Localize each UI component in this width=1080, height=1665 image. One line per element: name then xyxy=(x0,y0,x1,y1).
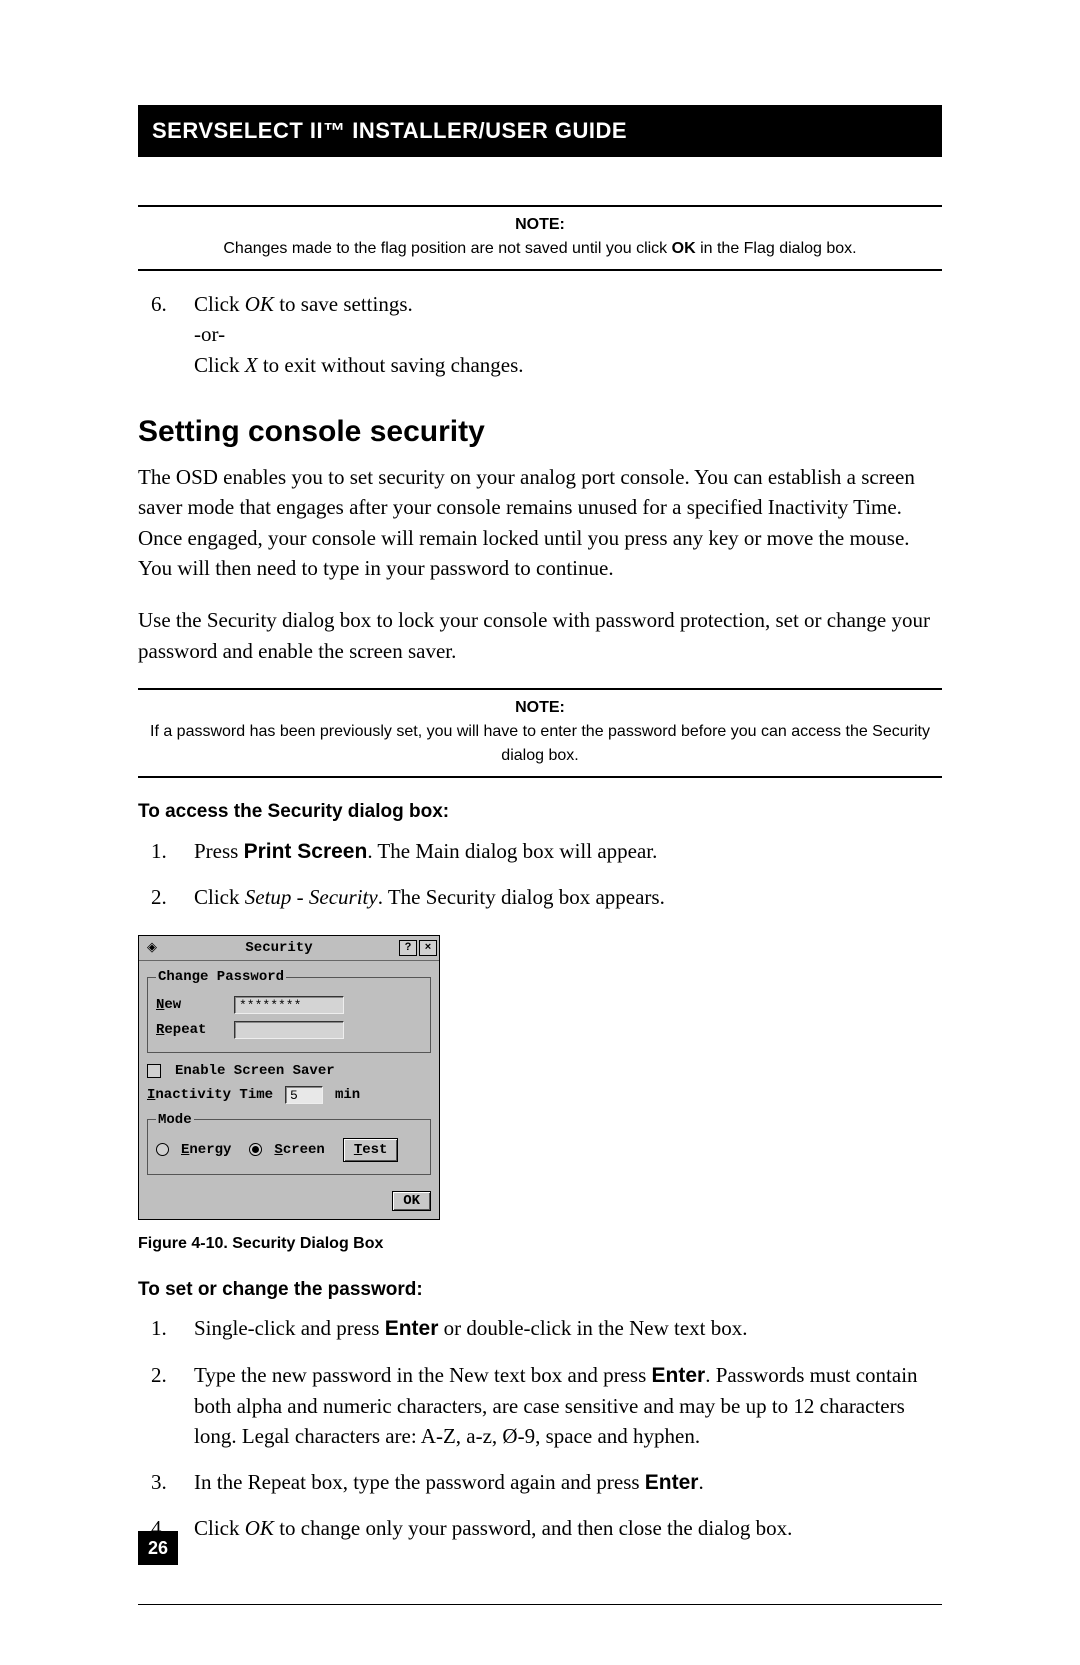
p4b: to change only your password, and then c… xyxy=(274,1516,792,1540)
note-1: NOTE: Changes made to the flag position … xyxy=(138,205,942,271)
test-button[interactable]: Test xyxy=(343,1138,399,1162)
access-step-2: Click Setup - Security. The Security dia… xyxy=(172,882,942,912)
dialog-titlebar: ◈ Security ? × xyxy=(139,936,439,961)
note-1-bold: OK xyxy=(672,240,696,257)
ok-button[interactable]: OK xyxy=(392,1191,431,1211)
para-intro-1: The OSD enables you to set security on y… xyxy=(138,462,942,584)
a1bold: Print Screen xyxy=(244,840,368,863)
step6-b: to save settings. xyxy=(274,292,413,316)
p3a: In the Repeat box, type the password aga… xyxy=(194,1470,645,1494)
security-dialog-figure: ◈ Security ? × Change Password New *****… xyxy=(138,935,942,1221)
dialog-logo-icon: ◈ xyxy=(143,941,161,955)
subhead-set-password: To set or change the password: xyxy=(138,1276,942,1304)
a2a: Click xyxy=(194,885,245,909)
mode-group: Mode Energy Screen Test xyxy=(147,1110,431,1176)
pw-step-1: Single-click and press Enter or double-c… xyxy=(172,1313,942,1344)
pw-step-4: Click OK to change only your password, a… xyxy=(172,1513,942,1543)
a2it: Setup - Security xyxy=(245,885,378,909)
pw-step-3: In the Repeat box, type the password aga… xyxy=(172,1467,942,1498)
change-password-legend: Change Password xyxy=(156,967,286,987)
a1a: Press xyxy=(194,839,244,863)
page-header: SERVSELECT II™ INSTALLER/USER GUIDE xyxy=(138,105,942,157)
note-2: NOTE: If a password has been previously … xyxy=(138,688,942,778)
note-2-title: NOTE: xyxy=(138,696,942,720)
new-password-input[interactable]: ******** xyxy=(234,996,344,1014)
enable-screen-saver-label: Enable Screen Saver xyxy=(175,1061,335,1081)
p2a: Type the new password in the New text bo… xyxy=(194,1363,652,1387)
access-step-1: Press Print Screen. The Main dialog box … xyxy=(172,836,942,867)
a2b: . The Security dialog box appears. xyxy=(378,885,665,909)
step6-it1: OK xyxy=(245,292,274,316)
repeat-password-input[interactable] xyxy=(234,1021,344,1039)
note-title: NOTE: xyxy=(138,213,942,237)
p2bold: Enter xyxy=(652,1364,706,1387)
para-intro-2: Use the Security dialog box to lock your… xyxy=(138,605,942,666)
p4a: Click xyxy=(194,1516,245,1540)
radio-energy[interactable] xyxy=(156,1143,169,1156)
note-2-body: If a password has been previously set, y… xyxy=(138,720,942,768)
step6-or: -or- xyxy=(194,322,225,346)
note-1-body-b: in the Flag dialog box. xyxy=(696,240,857,257)
radio-screen[interactable] xyxy=(249,1143,262,1156)
step6-a: Click xyxy=(194,292,245,316)
a1b: . The Main dialog box will appear. xyxy=(367,839,657,863)
access-steps: Press Print Screen. The Main dialog box … xyxy=(138,836,942,913)
p1bold: Enter xyxy=(385,1317,439,1340)
enable-screen-saver-row[interactable]: Enable Screen Saver xyxy=(147,1061,431,1081)
step-6: Click OK to save settings. -or- Click X … xyxy=(172,289,942,380)
p1a: Single-click and press xyxy=(194,1316,385,1340)
help-button[interactable]: ? xyxy=(399,940,417,956)
subhead-access: To access the Security dialog box: xyxy=(138,798,942,826)
label-repeat: Repeat xyxy=(156,1020,226,1040)
step6-it2: X xyxy=(245,353,258,377)
label-energy: Energy xyxy=(181,1140,231,1160)
label-new: New xyxy=(156,995,226,1015)
step6-d: to exit without saving changes. xyxy=(258,353,524,377)
heading-setting-console-security: Setting console security xyxy=(138,410,942,454)
page-number: 26 xyxy=(138,1531,178,1565)
footer-rule xyxy=(138,1604,942,1605)
dialog-title: Security xyxy=(161,938,397,958)
password-steps: Single-click and press Enter or double-c… xyxy=(138,1313,942,1544)
inactivity-unit: min xyxy=(335,1085,360,1105)
inactivity-time-input[interactable]: 5 xyxy=(285,1086,323,1104)
close-button[interactable]: × xyxy=(419,940,437,956)
p3b: . xyxy=(698,1470,703,1494)
security-dialog: ◈ Security ? × Change Password New *****… xyxy=(138,935,440,1221)
change-password-group: Change Password New ******** Repeat xyxy=(147,967,431,1053)
label-inactivity-time: Inactivity Time xyxy=(147,1085,277,1105)
label-screen: Screen xyxy=(274,1140,324,1160)
p1b: or double-click in the New text box. xyxy=(438,1316,747,1340)
p4it: OK xyxy=(245,1516,274,1540)
step6-c: Click xyxy=(194,353,245,377)
step-list-flag: Click OK to save settings. -or- Click X … xyxy=(138,289,942,380)
note-1-body-a: Changes made to the flag position are no… xyxy=(223,240,671,257)
mode-legend: Mode xyxy=(156,1110,194,1130)
pw-step-2: Type the new password in the New text bo… xyxy=(172,1360,942,1452)
enable-screen-saver-checkbox[interactable] xyxy=(147,1064,161,1078)
p3bold: Enter xyxy=(645,1471,699,1494)
figure-caption: Figure 4-10. Security Dialog Box xyxy=(138,1232,942,1255)
